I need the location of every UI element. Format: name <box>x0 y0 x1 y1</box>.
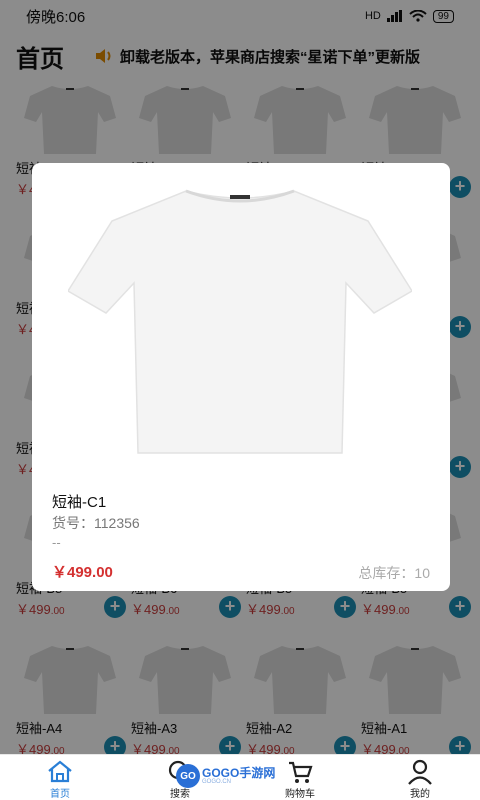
tab-label: 首页 <box>50 789 70 800</box>
modal-product-price: ￥499.00 <box>52 564 113 581</box>
tab-home[interactable]: 首页 <box>0 755 120 800</box>
tab-label: 我的 <box>410 789 430 800</box>
watermark-badge: GO <box>176 764 200 788</box>
tab-me[interactable]: 我的 <box>360 755 480 800</box>
modal-product-desc: -- <box>52 535 61 550</box>
user-icon <box>408 759 432 785</box>
watermark-text: GOGO手游网 <box>202 765 276 780</box>
modal-product-stock: 总库存：10 <box>358 565 430 581</box>
product-detail-modal: 短袖-C1 货号：112356 -- ￥499.00 总库存：10 <box>32 163 450 591</box>
modal-product-sku: 货号：112356 <box>52 515 140 531</box>
watermark-logo: GO GOGO手游网 GOGO.CN <box>176 762 312 790</box>
modal-product-name: 短袖-C1 <box>52 494 107 511</box>
home-icon <box>48 760 72 783</box>
watermark-sub: GOGO.CN <box>202 778 232 785</box>
product-image <box>68 189 412 454</box>
